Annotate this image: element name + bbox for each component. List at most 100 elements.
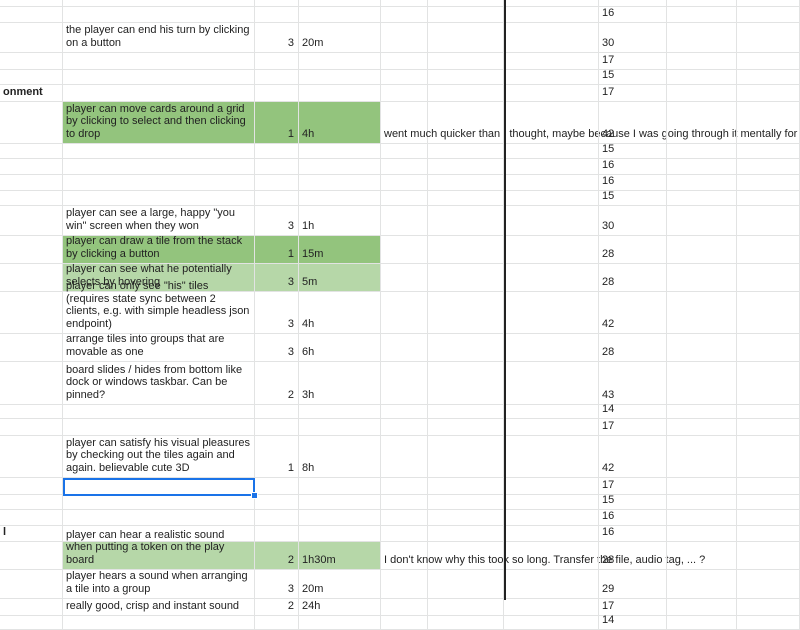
cell-e[interactable] — [381, 599, 428, 615]
cell-e[interactable] — [381, 70, 428, 84]
cell-i[interactable] — [667, 144, 737, 158]
cell-c[interactable]: 3 — [255, 292, 299, 333]
cell-f[interactable] — [428, 53, 504, 69]
cell-e[interactable] — [381, 526, 428, 541]
cell-d[interactable] — [299, 191, 381, 205]
cell-c[interactable] — [255, 495, 299, 509]
cell-d[interactable]: 5m — [299, 264, 381, 291]
cell-g[interactable] — [504, 0, 599, 6]
cell-c[interactable]: 3 — [255, 23, 299, 52]
cell-i[interactable] — [667, 616, 737, 629]
cell-h[interactable]: 16 — [599, 159, 667, 174]
cell-j[interactable] — [737, 616, 800, 629]
cell-j[interactable] — [737, 599, 800, 615]
cell-b[interactable]: arrange tiles into groups that are movab… — [63, 333, 255, 361]
cell-j[interactable] — [737, 206, 800, 235]
cell-f[interactable] — [428, 405, 504, 418]
cell-h[interactable]: 16 — [599, 510, 667, 525]
cell-e[interactable] — [381, 616, 428, 629]
cell-d[interactable] — [299, 70, 381, 84]
cell-d[interactable]: 20m — [299, 570, 381, 598]
cell-g[interactable] — [504, 526, 599, 541]
cell-i[interactable] — [667, 7, 737, 22]
cell-d[interactable] — [299, 419, 381, 435]
cell-e[interactable] — [381, 191, 428, 205]
cell-d[interactable]: 1h30m — [299, 542, 381, 569]
cell-b[interactable] — [63, 405, 255, 418]
cell-d[interactable] — [299, 616, 381, 629]
cell-g[interactable] — [504, 570, 599, 598]
cell-i[interactable] — [667, 542, 737, 569]
cell-e[interactable] — [381, 292, 428, 333]
cell-a[interactable] — [0, 478, 63, 494]
cell-d[interactable] — [299, 85, 381, 101]
cell-a[interactable] — [0, 206, 63, 235]
cell-c[interactable]: 2 — [255, 542, 299, 569]
cell-i[interactable] — [667, 436, 737, 477]
cell-f[interactable] — [428, 495, 504, 509]
cell-e[interactable] — [381, 85, 428, 101]
cell-a[interactable] — [0, 175, 63, 190]
cell-f[interactable] — [428, 102, 504, 143]
cell-c[interactable] — [255, 85, 299, 101]
cell-c[interactable] — [255, 510, 299, 525]
cell-c[interactable]: 1 — [255, 236, 299, 263]
cell-i[interactable] — [667, 23, 737, 52]
cell-h[interactable]: 30 — [599, 23, 667, 52]
cell-j[interactable] — [737, 53, 800, 69]
cell-a[interactable] — [0, 23, 63, 52]
cell-j[interactable] — [737, 264, 800, 291]
cell-e[interactable] — [381, 0, 428, 6]
cell-d[interactable] — [299, 495, 381, 509]
cell-i[interactable] — [667, 478, 737, 494]
cell-f[interactable] — [428, 264, 504, 291]
cell-h[interactable]: 15 — [599, 143, 667, 158]
cell-c[interactable] — [255, 144, 299, 158]
cell-g[interactable] — [504, 23, 599, 52]
cell-b[interactable] — [63, 495, 255, 509]
cell-d[interactable]: 3h — [299, 362, 381, 404]
cell-b[interactable] — [63, 419, 255, 435]
cell-i[interactable] — [667, 599, 737, 615]
cell-h[interactable]: 28 — [599, 264, 667, 291]
cell-e[interactable] — [381, 510, 428, 525]
cell-b[interactable]: player can satisfy his visual pleasures … — [63, 436, 255, 477]
cell-f[interactable] — [428, 0, 504, 6]
cell-f[interactable] — [428, 570, 504, 598]
cell-a[interactable] — [0, 236, 63, 263]
cell-b[interactable]: player can see a large, happy "you win" … — [63, 206, 255, 235]
cell-d[interactable]: 24h — [299, 599, 381, 615]
cell-i[interactable] — [667, 570, 737, 598]
cell-f[interactable] — [428, 362, 504, 404]
cell-a[interactable] — [0, 616, 63, 629]
cell-g[interactable] — [504, 616, 599, 629]
cell-j[interactable] — [737, 510, 800, 525]
cell-a[interactable] — [0, 334, 63, 361]
cell-e[interactable] — [381, 436, 428, 477]
cell-h[interactable]: 42 — [599, 436, 667, 477]
cell-b[interactable]: the player can end his turn by clicking … — [63, 23, 255, 52]
cell-c[interactable]: 2 — [255, 599, 299, 615]
cell-j[interactable] — [737, 478, 800, 494]
cell-g[interactable] — [504, 542, 599, 569]
cell-e[interactable] — [381, 206, 428, 235]
cell-f[interactable] — [428, 419, 504, 435]
cell-h[interactable]: 17 — [599, 53, 667, 69]
cell-j[interactable] — [737, 144, 800, 158]
cell-j[interactable] — [737, 7, 800, 22]
cell-i[interactable] — [667, 53, 737, 69]
cell-a[interactable] — [0, 264, 63, 291]
cell-j[interactable] — [737, 362, 800, 404]
cell-a[interactable] — [0, 144, 63, 158]
cell-b[interactable] — [63, 616, 255, 629]
cell-d[interactable]: 6h — [299, 334, 381, 361]
cell-c[interactable]: 1 — [255, 102, 299, 143]
cell-h[interactable]: 16 — [599, 7, 667, 22]
cell-f[interactable] — [428, 292, 504, 333]
cell-e[interactable]: I don't know why this took so long. Tran… — [381, 542, 705, 569]
cell-e[interactable] — [381, 570, 428, 598]
cell-e[interactable] — [381, 23, 428, 52]
cell-f[interactable] — [428, 206, 504, 235]
cell-h[interactable]: 16 — [599, 526, 667, 541]
cell-d[interactable] — [299, 405, 381, 418]
